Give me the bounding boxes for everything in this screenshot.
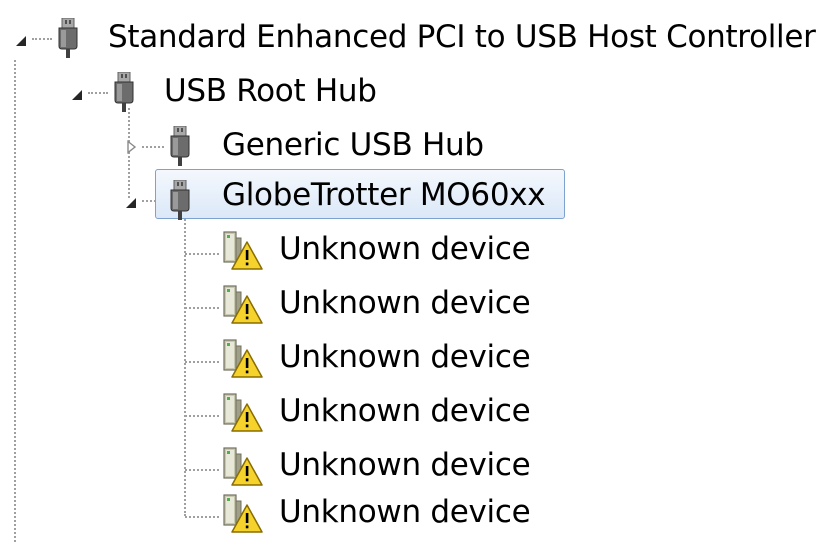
tree-node-label: Unknown device (279, 447, 531, 483)
device-warning-icon (220, 446, 264, 486)
device-warning-icon (220, 230, 264, 270)
tree-node-label: Unknown device (279, 339, 531, 375)
tree-node-unknown-device[interactable]: Unknown device (0, 338, 600, 388)
tree-node-label: Unknown device (279, 393, 531, 429)
tree-node-unknown-device[interactable]: Unknown device (0, 284, 600, 334)
tree-node-usb-root-hub[interactable]: USB Root Hub (0, 68, 420, 118)
device-warning-icon (220, 493, 264, 533)
expand-arrow-icon[interactable] (124, 196, 138, 210)
usb-plug-icon (168, 126, 192, 166)
usb-plug-icon (112, 72, 136, 112)
device-warning-icon (220, 338, 264, 378)
tree-node-label: Unknown device (279, 231, 531, 267)
device-tree: Standard Enhanced PCI to USB Host Contro… (0, 0, 836, 542)
tree-node-generic-usb-hub[interactable]: Generic USB Hub (0, 122, 520, 172)
tree-node-unknown-device[interactable]: Unknown device (0, 446, 600, 496)
expand-arrow-icon[interactable] (14, 34, 28, 48)
expand-arrow-icon[interactable] (70, 88, 84, 102)
usb-plug-icon (56, 18, 80, 58)
tree-node-unknown-device[interactable]: Unknown device (0, 493, 600, 543)
tree-node-label: Unknown device (279, 285, 531, 321)
device-warning-icon (220, 284, 264, 324)
tree-node-globetrotter[interactable]: GlobeTrotter MO60xx (0, 169, 600, 226)
usb-plug-icon (168, 180, 192, 220)
device-warning-icon (220, 392, 264, 432)
tree-node-label: Generic USB Hub (222, 127, 484, 163)
tree-node-label: GlobeTrotter MO60xx (222, 177, 546, 213)
tree-node-host-controller[interactable]: Standard Enhanced PCI to USB Host Contro… (0, 14, 836, 64)
tree-node-label: Standard Enhanced PCI to USB Host Contro… (108, 19, 816, 55)
collapse-arrow-icon[interactable] (124, 140, 138, 154)
tree-node-label: Unknown device (279, 494, 531, 530)
tree-node-label: USB Root Hub (164, 73, 377, 109)
tree-node-unknown-device[interactable]: Unknown device (0, 392, 600, 442)
tree-node-unknown-device[interactable]: Unknown device (0, 230, 600, 280)
